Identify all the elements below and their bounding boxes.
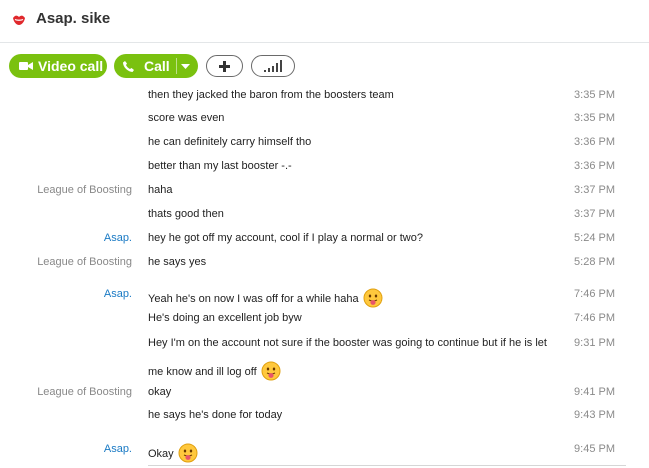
message-text: me know and ill log off: [148, 361, 281, 381]
message-text: Hey I'm on the account not sure if the b…: [148, 337, 547, 349]
message-row: score was even 3:35 PM: [0, 109, 649, 129]
message-text: then they jacked the baron from the boos…: [148, 89, 394, 101]
message-row: better than my last booster -.- 3:36 PM: [0, 157, 649, 177]
message-time: 5:24 PM: [574, 232, 615, 244]
message-row: League of Boosting okay 9:41 PM: [0, 383, 649, 403]
message-time: 9:31 PM: [574, 337, 615, 349]
message-text-content: me know and ill log off: [148, 366, 257, 378]
message-sender[interactable]: League of Boosting: [37, 184, 132, 196]
plus-icon: [219, 60, 230, 72]
add-participant-button[interactable]: [206, 55, 243, 77]
chevron-down-icon[interactable]: [181, 64, 190, 69]
message-row: thats good then 3:37 PM: [0, 205, 649, 225]
message-text: Yeah he's on now I was off for a while h…: [148, 288, 383, 308]
call-label: Call: [144, 58, 170, 74]
signal-bars-icon: [264, 60, 282, 72]
message-time: 3:37 PM: [574, 208, 615, 220]
message-row: then they jacked the baron from the boos…: [0, 86, 649, 106]
call-quality-button[interactable]: [251, 55, 295, 77]
message-row: He's doing an excellent job byw 7:46 PM: [0, 309, 649, 329]
message-row: Hey I'm on the account not sure if the b…: [0, 334, 649, 354]
red-lips-status-icon: [13, 15, 25, 25]
tongue-out-emoticon-icon: [261, 361, 281, 381]
tongue-out-emoticon-icon: [178, 443, 198, 463]
phone-icon: [123, 60, 134, 72]
message-time: 9:43 PM: [574, 409, 615, 421]
message-time: 7:46 PM: [574, 312, 615, 324]
message-sender[interactable]: Asap.: [104, 443, 132, 455]
message-sender[interactable]: Asap.: [104, 232, 132, 244]
message-text: score was even: [148, 112, 225, 124]
message-list[interactable]: then they jacked the baron from the boos…: [0, 84, 649, 468]
message-text: Okay: [148, 443, 198, 463]
tongue-out-emoticon-icon: [363, 288, 383, 308]
message-row: he says he's done for today 9:43 PM: [0, 406, 649, 426]
message-time: 9:41 PM: [574, 386, 615, 398]
message-text: thats good then: [148, 208, 224, 220]
message-time: 3:37 PM: [574, 184, 615, 196]
message-time: 3:36 PM: [574, 160, 615, 172]
message-sender[interactable]: League of Boosting: [37, 256, 132, 268]
conversation-header: Asap. sike: [0, 0, 649, 43]
message-time: 3:36 PM: [574, 136, 615, 148]
video-camera-icon: [19, 62, 33, 70]
call-button-divider: [176, 58, 177, 74]
message-text: He's doing an excellent job byw: [148, 312, 302, 324]
message-row: Asap. hey he got off my account, cool if…: [0, 229, 649, 249]
message-time: 5:28 PM: [574, 256, 615, 268]
message-text: he says he's done for today: [148, 409, 283, 421]
video-call-button[interactable]: Video call: [9, 54, 107, 78]
message-row: League of Boosting haha 3:37 PM: [0, 181, 649, 201]
message-text: hey he got off my account, cool if I pla…: [148, 232, 423, 244]
message-text: okay: [148, 386, 172, 398]
message-row: League of Boosting he says yes 5:28 PM: [0, 253, 649, 273]
message-text-content: Okay: [148, 448, 174, 460]
message-time: 9:45 PM: [574, 443, 615, 455]
message-row: Asap. Yeah he's on now I was off for a w…: [0, 285, 649, 308]
message-time: 3:35 PM: [574, 89, 615, 101]
message-row: he can definitely carry himself tho 3:36…: [0, 133, 649, 153]
message-list-divider: [148, 465, 626, 466]
message-time: 7:46 PM: [574, 288, 615, 300]
message-time: 3:35 PM: [574, 112, 615, 124]
video-call-label: Video call: [38, 58, 104, 74]
message-text: better than my last booster -.-: [148, 160, 292, 172]
call-button[interactable]: Call: [114, 54, 198, 78]
message-text: haha: [148, 184, 173, 196]
contact-name: Asap. sike: [36, 10, 111, 27]
message-text: he can definitely carry himself tho: [148, 136, 312, 148]
message-text: he says yes: [148, 256, 207, 268]
message-row: me know and ill log off: [0, 358, 649, 381]
message-sender[interactable]: League of Boosting: [37, 386, 132, 398]
message-text-content: Yeah he's on now I was off for a while h…: [148, 293, 359, 305]
message-sender[interactable]: Asap.: [104, 288, 132, 300]
message-row: Asap. Okay 9:45 PM: [0, 440, 649, 463]
call-toolbar: Video call Call: [0, 52, 649, 80]
